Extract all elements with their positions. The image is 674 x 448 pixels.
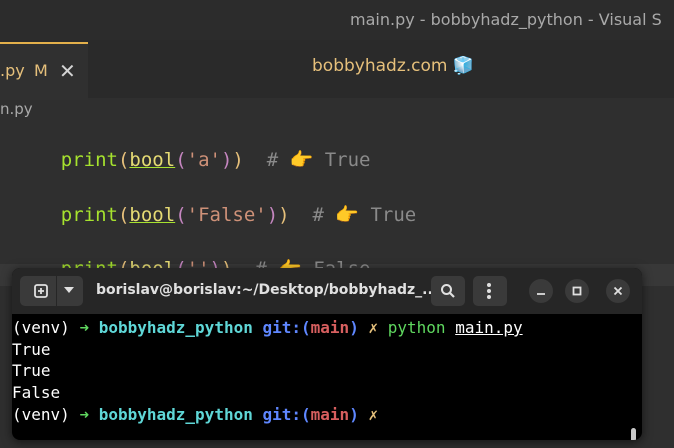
terminal-window[interactable]: borislav@borislav:~/Desktop/bobbyhadz_..… <box>12 268 642 440</box>
git-label-close: ) <box>349 405 359 424</box>
git-dirty-indicator: ✗ <box>368 405 379 424</box>
command-argument[interactable]: main.py <box>455 318 522 337</box>
terminal-title: borislav@borislav:~/Desktop/bobbyhadz_..… <box>96 282 439 298</box>
string-literal: 'a' <box>186 149 221 171</box>
paren: ( <box>117 149 130 171</box>
output-line: False <box>12 383 61 402</box>
prompt-arrow: ➜ <box>79 318 90 337</box>
git-label-close: ) <box>349 318 359 337</box>
string-literal: 'False' <box>186 204 267 226</box>
menu-button[interactable] <box>473 276 507 306</box>
title-bar: main.py - bobbyhadz_python - Visual S <box>0 0 674 40</box>
paren: ) <box>278 204 290 226</box>
tab-filename: .py <box>0 61 25 80</box>
brand-label: bobbyhadz.com 🧊 <box>312 56 475 76</box>
close-icon <box>613 286 623 296</box>
minimize-icon <box>537 293 545 295</box>
paren: ) <box>232 149 244 171</box>
prompt-line: (venv) ➜ bobbyhadz_python git:(main) ✗ <box>12 405 378 424</box>
code-comment: # 👉 True <box>312 204 417 226</box>
function-name: print <box>60 204 118 226</box>
paren: ) <box>266 204 279 226</box>
close-button[interactable] <box>606 279 630 303</box>
command-text: python <box>387 318 446 337</box>
paren: ) <box>220 149 233 171</box>
tab-modified-indicator: M <box>34 61 48 80</box>
git-label: git:( <box>262 318 311 337</box>
git-branch: main <box>310 405 350 424</box>
new-tab-icon <box>34 284 48 298</box>
prompt-arrow: ➜ <box>79 405 90 424</box>
maximize-button[interactable] <box>565 279 589 303</box>
terminal-scrollbar[interactable] <box>631 428 636 440</box>
output-line: True <box>12 361 51 380</box>
git-branch: main <box>310 318 350 337</box>
window-title: main.py - bobbyhadz_python - Visual S <box>350 10 662 29</box>
venv-label: (venv) <box>12 318 70 337</box>
git-label: git:( <box>262 405 311 424</box>
git-dirty-indicator: ✗ <box>368 318 379 337</box>
terminal-header: borislav@borislav:~/Desktop/bobbyhadz_..… <box>12 268 642 314</box>
paren: ( <box>175 149 187 171</box>
prompt-line: (venv) ➜ bobbyhadz_python git:(main) ✗ p… <box>12 318 523 337</box>
function-name: print <box>60 149 118 171</box>
tab-dropdown-button[interactable] <box>56 276 83 306</box>
builtin-name: bool <box>129 149 176 171</box>
search-button[interactable] <box>431 276 465 306</box>
prompt-directory: bobbyhadz_python <box>98 318 253 337</box>
tab-close-icon[interactable]: ✕ <box>59 59 76 83</box>
terminal-output[interactable]: (venv) ➜ bobbyhadz_python git:(main) ✗ p… <box>12 314 642 440</box>
minimize-button[interactable] <box>529 279 553 303</box>
paren: ( <box>117 204 130 226</box>
kebab-menu-icon <box>487 283 491 299</box>
tab-bar: .py M ✕ bobbyhadz.com 🧊 <box>0 40 674 100</box>
prompt-directory: bobbyhadz_python <box>98 405 253 424</box>
venv-label: (venv) <box>12 405 70 424</box>
paren: ( <box>175 204 187 226</box>
builtin-name: bool <box>129 204 176 226</box>
code-comment: # 👉 True <box>266 149 371 171</box>
tab-main-py[interactable]: .py M ✕ <box>0 42 88 100</box>
output-line: True <box>12 340 51 359</box>
search-icon <box>441 284 455 298</box>
breadcrumb[interactable]: n.py <box>0 100 33 118</box>
maximize-icon <box>572 286 582 296</box>
chevron-down-icon <box>64 287 74 293</box>
